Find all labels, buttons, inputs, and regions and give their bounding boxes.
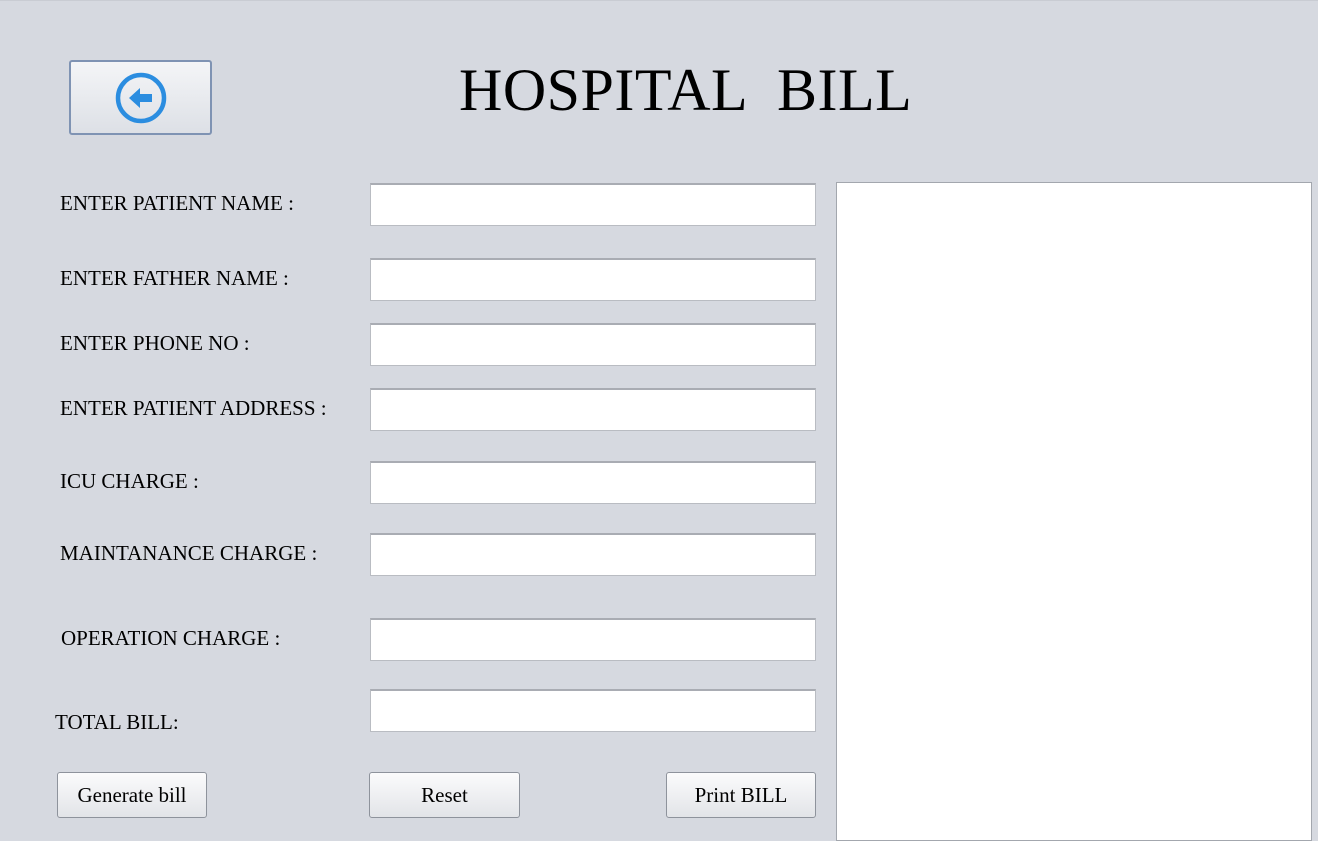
- page-title: HOSPITAL BILL: [459, 57, 913, 123]
- total-bill-label: TOTAL BILL:: [55, 710, 179, 734]
- icu-charge-field[interactable]: [370, 461, 816, 504]
- father-name-field[interactable]: [370, 258, 816, 301]
- operation-charge-label: OPERATION CHARGE :: [61, 626, 281, 650]
- operation-charge-field[interactable]: [370, 618, 816, 661]
- maintenance-charge-label: MAINTANANCE CHARGE :: [60, 541, 318, 565]
- patient-address-label: ENTER PATIENT ADDRESS :: [60, 396, 327, 420]
- patient-address-field[interactable]: [370, 388, 816, 431]
- bill-preview-textarea[interactable]: [836, 182, 1312, 841]
- icu-charge-label: ICU CHARGE :: [60, 469, 199, 493]
- reset-button[interactable]: Reset: [369, 772, 520, 818]
- father-name-label: ENTER FATHER NAME :: [60, 266, 289, 290]
- maintenance-charge-field[interactable]: [370, 533, 816, 576]
- print-bill-button[interactable]: Print BILL: [666, 772, 816, 818]
- generate-bill-button[interactable]: Generate bill: [57, 772, 207, 818]
- hospital-bill-window: HOSPITAL BILL ENTER PATIENT NAME : ENTER…: [0, 0, 1318, 841]
- total-bill-field[interactable]: [370, 689, 816, 732]
- patient-name-field[interactable]: [370, 183, 816, 226]
- phone-no-field[interactable]: [370, 323, 816, 366]
- back-button[interactable]: [69, 60, 212, 135]
- phone-no-label: ENTER PHONE NO :: [60, 331, 250, 355]
- arrow-left-circle-icon: [114, 71, 168, 125]
- patient-name-label: ENTER PATIENT NAME :: [60, 191, 294, 215]
